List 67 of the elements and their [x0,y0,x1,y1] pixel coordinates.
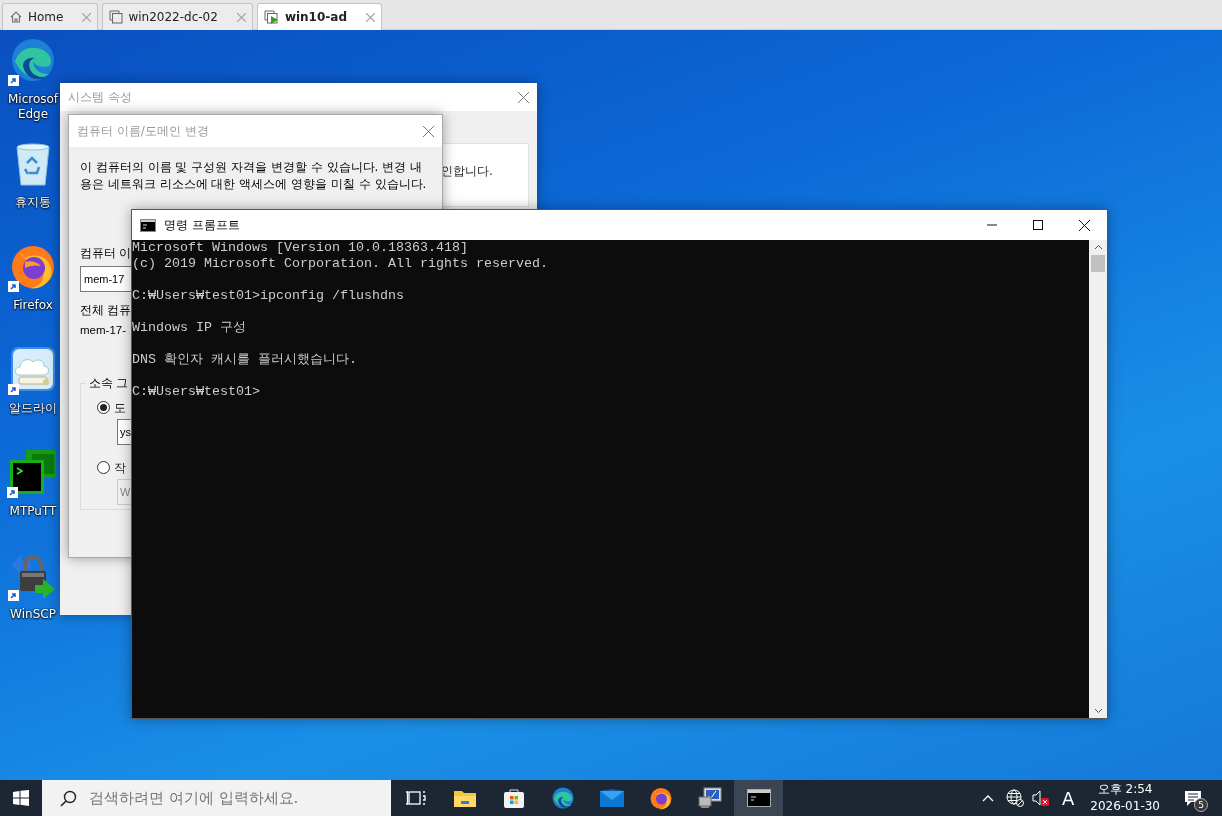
icon-label: 알드라이 [9,401,57,416]
window-title: 컴퓨터 이름/도메인 변경 [77,123,209,140]
vm-tab[interactable]: win10-ad [256,3,382,30]
close-icon[interactable] [1078,219,1090,231]
close-button[interactable] [518,91,529,103]
window-title: 명령 프롬프트 [164,217,241,234]
shortcut-arrow-icon [8,75,19,86]
icon-label: WinSCP [10,607,56,622]
task-view-icon [405,789,426,807]
clock-date: 2026-01-30 [1090,798,1160,815]
windows-logo-icon[interactable] [13,790,29,806]
icon-label: 휴지통 [15,195,51,210]
shopping-bag-icon [502,787,525,809]
icon-label: Firefox [13,298,53,313]
icon-label: MTPuTT [9,504,57,519]
clock[interactable]: 오후 2:54 2026-01-30 [1082,781,1168,815]
search-box[interactable]: 검색하려면 여기에 입력하세요. [42,780,391,816]
search-icon [60,789,77,807]
scroll-down-icon[interactable] [1093,708,1103,714]
edge-icon[interactable] [9,36,57,84]
shortcut-arrow-icon [7,487,18,498]
close-button[interactable] [423,125,434,137]
home-icon [9,10,23,24]
scroll-up-icon[interactable] [1093,244,1103,250]
console-line: C:₩Users₩test01>ipconfig /flushdns [132,288,405,304]
monitor-icon [697,787,722,809]
window-title: 시스템 속성 [68,89,132,106]
radio-label: 도 [114,399,126,417]
radio-label: 작 [114,459,126,477]
console-line: Microsoft Windows [Version 10.0.18363.418] [132,240,469,256]
shortcut-arrow-icon [8,384,19,395]
radio-button[interactable] [97,401,110,415]
icon-label: Microsof [7,92,59,107]
scrollbar[interactable] [1089,240,1107,718]
text-field[interactable]: ys [117,418,131,445]
description-text: 이 컴퓨터의 이름 및 구성원 자격을 변경할 수 있습니다. 변경 내용은 네트워크 리소스에 대한 액세스에 영향을 미칠 수 있습니다. [80,159,428,193]
console-line: (c) 2019 Microsoft Corporation. All rights reserved. [132,256,549,272]
field-label: 컴퓨터 이 [80,246,132,261]
folder-icon [452,788,477,808]
radio-option[interactable]: 도 [97,398,131,417]
scroll-thumb[interactable] [1091,255,1105,272]
shortcut-arrow-icon [8,281,19,292]
full-name-text: mem-17- [80,322,126,338]
field-label: 전체 컴퓨 [80,303,132,319]
envelope-icon [599,789,624,807]
input-indicator[interactable]: A [1053,784,1083,812]
terminal-icon[interactable] [8,448,58,496]
window-icon [109,10,124,24]
maximize-icon[interactable] [1033,220,1043,230]
partial-text: 인합니다. [441,164,493,178]
console-line: C:₩Users₩test01> [132,384,261,400]
console-icon [746,789,771,807]
text-field: W [117,478,131,505]
computer-name-field[interactable]: mem-17 [80,266,131,293]
console-line: DNS 확인자 캐시를 플러시했습니다. [132,352,358,368]
shortcut-arrow-icon [8,590,19,601]
cloud-drive-icon[interactable] [9,345,57,393]
vm-tab[interactable]: Home [2,3,99,30]
console-line: Windows IP 구성 [132,320,247,336]
edge-icon [550,786,575,810]
console-icon [140,218,156,232]
clock-time: 오후 2:54 [1097,781,1153,798]
icon-label: Edge [17,107,49,122]
play-window-icon [263,10,280,24]
firefox-icon [648,786,673,810]
search-field[interactable]: 검색하려면 여기에 입력하세요. [87,785,377,811]
vm-tab[interactable]: win2022-dc-02 [102,3,253,30]
